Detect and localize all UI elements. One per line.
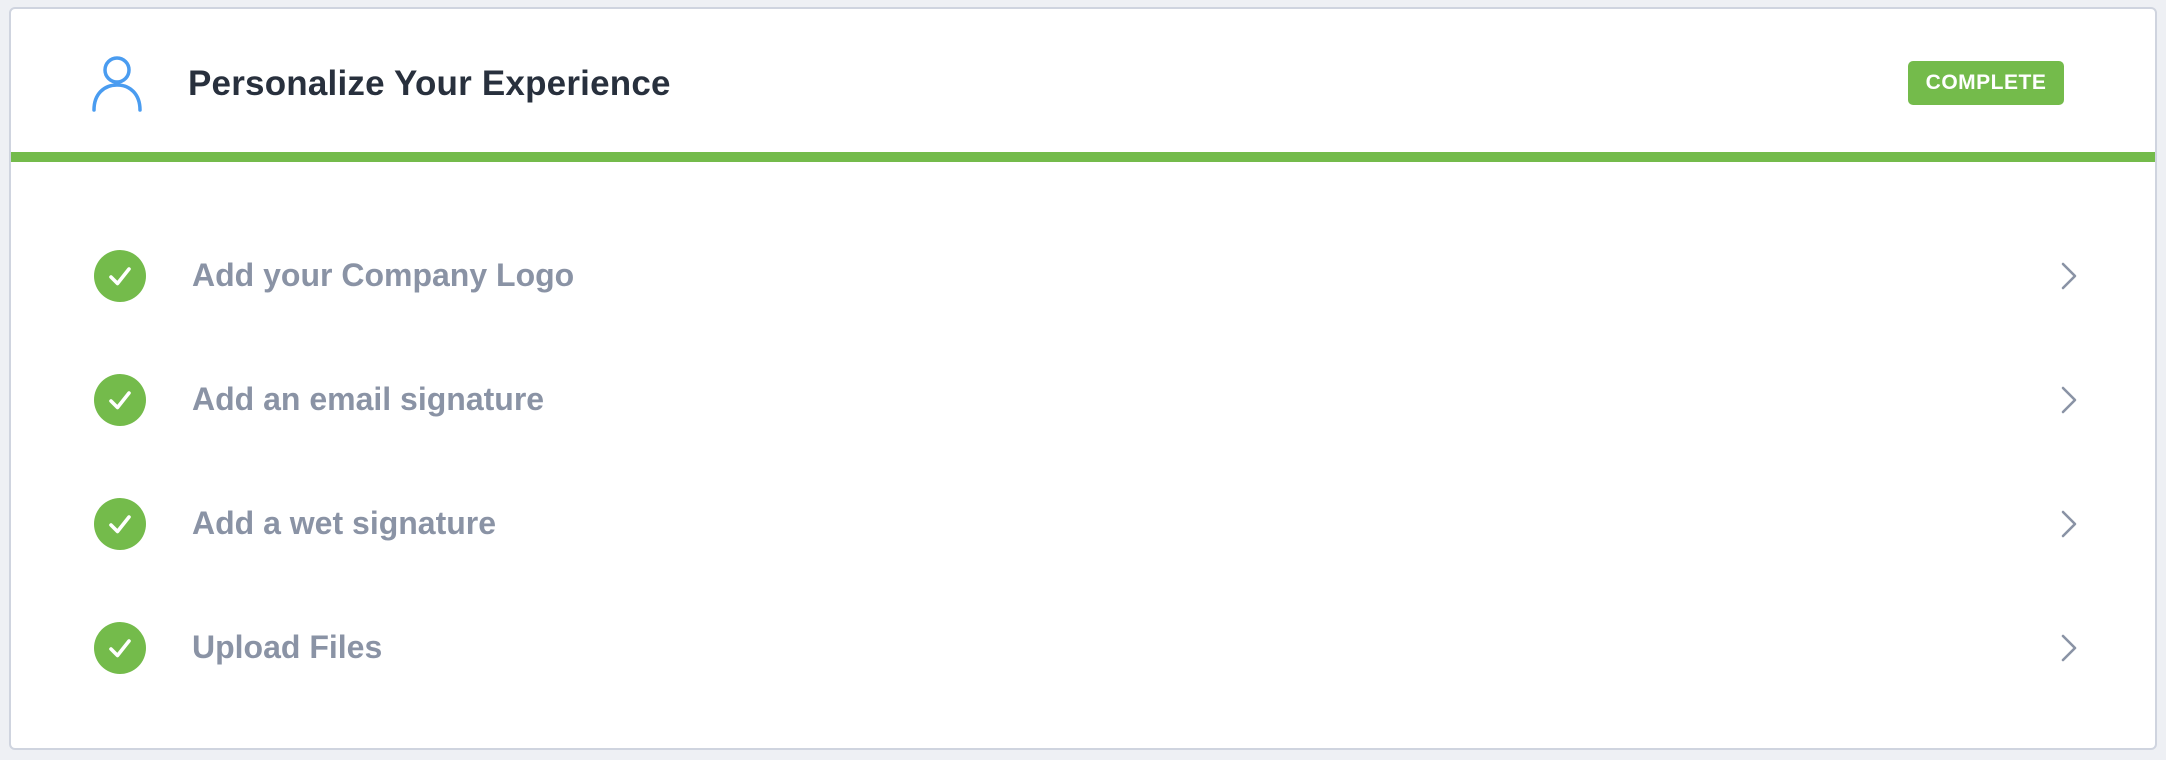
chevron-right-icon[interactable] xyxy=(2057,384,2081,416)
checkmark-icon xyxy=(94,250,146,302)
chevron-right-icon[interactable] xyxy=(2057,632,2081,664)
progress-bar xyxy=(11,152,2155,162)
task-item-wet-signature[interactable]: Add a wet signature xyxy=(11,463,2155,587)
checkmark-icon xyxy=(94,498,146,550)
checkmark-icon xyxy=(94,374,146,426)
task-label: Add a wet signature xyxy=(192,505,497,541)
card-title: Personalize Your Experience xyxy=(188,64,671,103)
task-label: Upload Files xyxy=(192,629,383,665)
status-badge: COMPLETE xyxy=(1908,61,2064,105)
progress-bar-fill xyxy=(11,152,2155,162)
chevron-right-icon[interactable] xyxy=(2057,508,2081,540)
task-label: Add your Company Logo xyxy=(192,257,575,293)
chevron-right-icon[interactable] xyxy=(2057,260,2081,292)
task-item-company-logo[interactable]: Add your Company Logo xyxy=(11,215,2155,339)
user-icon xyxy=(90,54,144,112)
checkmark-icon xyxy=(94,622,146,674)
task-item-upload-files[interactable]: Upload Files xyxy=(11,587,2155,711)
task-item-email-signature[interactable]: Add an email signature xyxy=(11,339,2155,463)
card-header: Personalize Your Experience COMPLETE xyxy=(11,9,2155,152)
task-list: Add your Company Logo Add an email signa… xyxy=(11,215,2155,711)
task-label: Add an email signature xyxy=(192,381,545,417)
onboarding-card: Personalize Your Experience COMPLETE Add… xyxy=(9,7,2157,750)
